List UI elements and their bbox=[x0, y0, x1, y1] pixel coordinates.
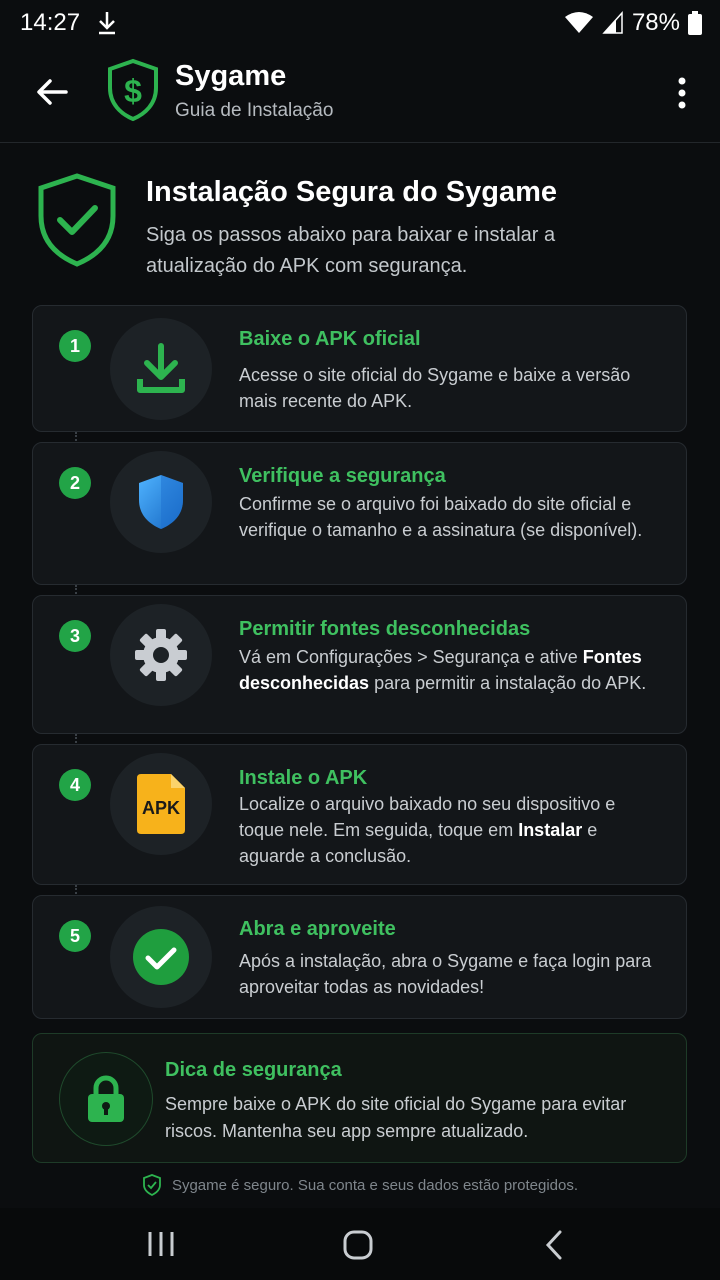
page-title: Instalação Segura do Sygame bbox=[146, 176, 557, 208]
step-desc-text: para permitir a instalação do APK. bbox=[369, 673, 647, 693]
wifi-icon bbox=[564, 12, 593, 33]
step-desc-text: Vá em Configurações > Segurança e ative bbox=[239, 647, 583, 667]
step-number-badge: 2 bbox=[59, 467, 91, 499]
status-bar: 14:27 78% bbox=[0, 0, 720, 48]
gear-icon bbox=[135, 629, 187, 681]
step-description: Confirme se o arquivo foi baixado do sit… bbox=[239, 494, 643, 540]
step-title: Instale o APK bbox=[239, 767, 368, 789]
download-icon bbox=[137, 343, 185, 393]
step-description: Após a instalação, abra o Sygame e faça … bbox=[239, 951, 652, 997]
step-title: Verifique a segurança bbox=[239, 465, 446, 487]
status-time: 14:27 bbox=[20, 9, 81, 36]
check-circle-icon bbox=[133, 929, 189, 985]
lock-icon bbox=[88, 1075, 124, 1122]
step-number-badge: 3 bbox=[59, 620, 91, 652]
step-icon-circle bbox=[110, 906, 212, 1008]
footer-text: Sygame é seguro. Sua conta e seus dados … bbox=[171, 1176, 579, 1194]
step-title: Permitir fontes desconhecidas bbox=[239, 618, 531, 640]
svg-text:$: $ bbox=[124, 73, 142, 109]
app-title: Sygame bbox=[175, 60, 287, 92]
apk-file-icon: APK bbox=[137, 774, 185, 834]
step-number-badge: 1 bbox=[59, 330, 91, 362]
shield-icon bbox=[139, 475, 183, 529]
step-description: Vá em Configurações > Segurança e ative … bbox=[239, 644, 659, 696]
recent-apps-icon[interactable] bbox=[142, 1230, 180, 1258]
tip-icon-circle bbox=[59, 1052, 153, 1146]
home-icon[interactable] bbox=[340, 1228, 376, 1262]
shield-check-icon bbox=[38, 173, 116, 267]
step-card-5: 5 Abra e aproveite Após a instalação, ab… bbox=[32, 895, 687, 1019]
tip-description: Sempre baixe o APK do site oficial do Sy… bbox=[165, 1094, 627, 1141]
step-card-1: 1 Baixe o APK oficial Acesse o site ofic… bbox=[32, 305, 687, 432]
nav-back-icon[interactable] bbox=[538, 1228, 570, 1262]
apk-label: APK bbox=[141, 798, 180, 818]
page-description: Siga os passos abaixo para baixar e inst… bbox=[146, 224, 556, 277]
more-vert-icon[interactable] bbox=[672, 76, 692, 110]
step-card-4: 4 APK Instale o APK Localize o arquivo b… bbox=[32, 744, 687, 885]
app-subtitle: Guia de Instalação bbox=[175, 100, 334, 121]
step-number-badge: 4 bbox=[59, 769, 91, 801]
download-status-icon bbox=[99, 12, 115, 35]
security-tip-card: Dica de segurança Sempre baixe o APK do … bbox=[32, 1033, 687, 1163]
security-footer-note: Sygame é seguro. Sua conta e seus dados … bbox=[0, 1174, 720, 1196]
step-desc-bold: Instalar bbox=[518, 820, 583, 840]
step-description: Acesse o site oficial do Sygame e baixe … bbox=[239, 365, 631, 411]
step-icon-circle bbox=[110, 604, 212, 706]
step-card-3: 3 Permitir fontes desconhecidas Vá em Co… bbox=[32, 595, 687, 734]
app-bar: $ Sygame Guia de Instalação bbox=[0, 48, 720, 143]
battery-icon bbox=[688, 11, 702, 35]
step-description: Localize o arquivo baixado no seu dispos… bbox=[239, 791, 659, 869]
step-card-2: 2 Verifique a segurança Confirme se o ar… bbox=[32, 442, 687, 585]
system-nav-bar bbox=[0, 1208, 720, 1280]
tip-title: Dica de segurança bbox=[165, 1059, 342, 1081]
step-title: Abra e aproveite bbox=[239, 918, 396, 940]
step-icon-circle: APK bbox=[110, 753, 212, 855]
step-icon-circle bbox=[110, 451, 212, 553]
battery-percent: 78% bbox=[631, 9, 680, 36]
back-arrow-icon[interactable] bbox=[34, 74, 70, 110]
signal-icon bbox=[602, 11, 623, 34]
sygame-logo-icon: $ bbox=[108, 58, 158, 122]
step-title: Baixe o APK oficial bbox=[239, 328, 421, 350]
step-number-badge: 5 bbox=[59, 920, 91, 952]
small-shield-icon bbox=[143, 1174, 161, 1196]
step-icon-circle bbox=[110, 318, 212, 420]
